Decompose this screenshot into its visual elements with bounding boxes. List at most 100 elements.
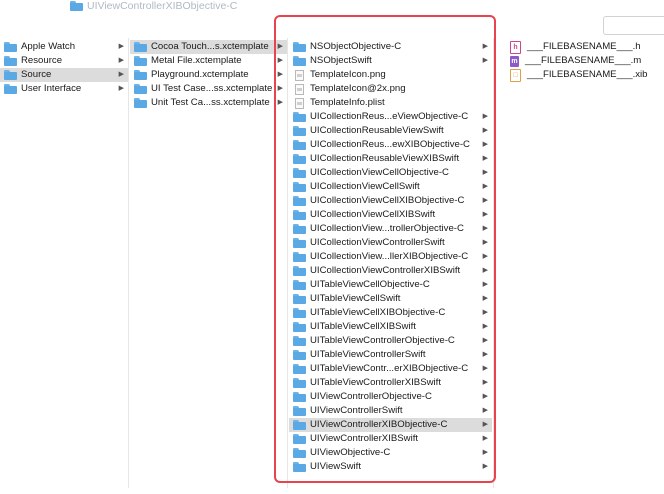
folder-icon <box>293 308 306 318</box>
folder-icon <box>134 56 147 66</box>
browser-row[interactable]: UIViewObjective-C ▶ <box>289 446 492 460</box>
browser-row[interactable]: UITableViewControllerXIBSwift ▶ <box>289 376 492 390</box>
browser-row-label: UITableViewCellObjective-C <box>310 279 430 290</box>
browser-row[interactable]: Metal File.xctemplate ▶ <box>130 54 287 68</box>
column-divider[interactable] <box>493 38 494 488</box>
search-field[interactable] <box>603 16 664 35</box>
browser-row[interactable]: UICollectionViewCellObjective-C ▶ <box>289 166 492 180</box>
folder-icon <box>293 126 306 136</box>
browser-row[interactable]: TemplateInfo.plist <box>289 96 492 110</box>
disclosure-arrow-icon: ▶ <box>482 449 488 456</box>
folder-icon <box>293 392 306 402</box>
browser-row-label: ___FILEBASENAME___.h <box>527 41 641 52</box>
browser-row[interactable]: UITableViewCellSwift ▶ <box>289 292 492 306</box>
disclosure-arrow-icon: ▶ <box>482 211 488 218</box>
browser-row[interactable]: □ ___FILEBASENAME___.xib <box>494 68 664 82</box>
folder-icon <box>293 280 306 290</box>
folder-icon <box>4 42 17 52</box>
folder-icon <box>134 98 147 108</box>
browser-row[interactable]: UICollectionReus...ewXIBObjective-C ▶ <box>289 138 492 152</box>
browser-row[interactable]: User Interface ▶ <box>0 82 128 96</box>
browser-row-label: UICollectionViewControllerSwift <box>310 237 445 248</box>
disclosure-arrow-icon: ▶ <box>482 253 488 260</box>
browser-row[interactable]: UICollectionViewControllerXIBSwift ▶ <box>289 264 492 278</box>
browser-row-label: TemplateIcon@2x.png <box>310 83 406 94</box>
browser-row[interactable]: UITableViewContr...erXIBObjective-C ▶ <box>289 362 492 376</box>
browser-row[interactable]: Source ▶ <box>0 68 128 82</box>
folder-icon <box>293 406 306 416</box>
browser-row[interactable]: UI Test Case...ss.xctemplate ▶ <box>130 82 287 96</box>
browser-row[interactable]: NSObjectSwift ▶ <box>289 54 492 68</box>
browser-row[interactable]: Apple Watch ▶ <box>0 40 128 54</box>
browser-row[interactable]: UITableViewControllerObjective-C ▶ <box>289 334 492 348</box>
browser-row-label: UIViewControllerObjective-C <box>310 391 432 402</box>
browser-row-label: UITableViewContr...erXIBObjective-C <box>310 363 469 374</box>
window-titlebar: UIViewControllerXIBObjective-C <box>0 0 664 36</box>
browser-row[interactable]: UITableViewCellXIBObjective-C ▶ <box>289 306 492 320</box>
browser-row-label: NSObjectSwift <box>310 55 372 66</box>
folder-icon <box>4 70 17 80</box>
browser-row[interactable]: UICollectionViewCellSwift ▶ <box>289 180 492 194</box>
browser-row[interactable]: Unit Test Ca...ss.xctemplate ▶ <box>130 96 287 110</box>
browser-row[interactable]: UICollectionViewCellXIBSwift ▶ <box>289 208 492 222</box>
folder-icon <box>293 462 306 472</box>
disclosure-arrow-icon: ▶ <box>482 295 488 302</box>
xib-file-icon: □ <box>510 68 521 82</box>
browser-row[interactable]: UICollectionReusableViewSwift ▶ <box>289 124 492 138</box>
browser-row[interactable]: UICollectionView...trollerObjective-C ▶ <box>289 222 492 236</box>
browser-row[interactable]: UICollectionViewControllerSwift ▶ <box>289 236 492 250</box>
browser-row[interactable]: UIViewControllerXIBSwift ▶ <box>289 432 492 446</box>
folder-icon <box>293 322 306 332</box>
browser-row[interactable]: NSObjectObjective-C ▶ <box>289 40 492 54</box>
browser-row[interactable]: UICollectionReus...eViewObjective-C ▶ <box>289 110 492 124</box>
disclosure-arrow-icon: ▶ <box>482 379 488 386</box>
folder-icon <box>293 168 306 178</box>
window-title-text: UIViewControllerXIBObjective-C <box>87 0 238 12</box>
disclosure-arrow-icon: ▶ <box>482 225 488 232</box>
browser-row-label: UICollectionReusableViewSwift <box>310 125 444 136</box>
folder-icon <box>4 56 17 66</box>
disclosure-arrow-icon: ▶ <box>482 169 488 176</box>
browser-row[interactable]: UITableViewCellObjective-C ▶ <box>289 278 492 292</box>
browser-row[interactable]: m ___FILEBASENAME___.m <box>494 54 664 68</box>
browser-row[interactable]: Playground.xctemplate ▶ <box>130 68 287 82</box>
browser-row-label: UICollectionViewCellObjective-C <box>310 167 449 178</box>
browser-row-label: Unit Test Ca...ss.xctemplate <box>151 97 270 108</box>
browser-row[interactable]: UICollectionViewCellXIBObjective-C ▶ <box>289 194 492 208</box>
disclosure-arrow-icon: ▶ <box>277 99 283 106</box>
browser-row-label: Metal File.xctemplate <box>151 55 242 66</box>
folder-icon <box>293 182 306 192</box>
browser-row[interactable]: UITableViewCellXIBSwift ▶ <box>289 320 492 334</box>
browser-row-label: UITableViewCellXIBSwift <box>310 321 416 332</box>
browser-row-label: UITableViewControllerXIBSwift <box>310 377 441 388</box>
browser-row[interactable]: UIViewSwift ▶ <box>289 460 492 474</box>
browser-row[interactable]: UITableViewControllerSwift ▶ <box>289 348 492 362</box>
folder-icon <box>293 294 306 304</box>
folder-icon <box>293 266 306 276</box>
browser-row-label: Playground.xctemplate <box>151 69 249 80</box>
browser-row-label: ___FILEBASENAME___.m <box>525 55 642 66</box>
browser-row[interactable]: UIViewControllerXIBObjective-C ▶ <box>289 418 492 432</box>
folder-icon <box>293 336 306 346</box>
browser-row[interactable]: TemplateIcon.png <box>289 68 492 82</box>
browser-row[interactable]: TemplateIcon@2x.png <box>289 82 492 96</box>
disclosure-arrow-icon: ▶ <box>482 141 488 148</box>
column-divider[interactable] <box>287 38 288 488</box>
browser-row[interactable]: UIViewControllerSwift ▶ <box>289 404 492 418</box>
browser-row-label: UIViewSwift <box>310 461 362 472</box>
browser-row-label: ___FILEBASENAME___.xib <box>527 69 648 80</box>
folder-icon <box>293 42 306 52</box>
column-divider[interactable] <box>128 38 129 488</box>
browser-row[interactable]: Resource ▶ <box>0 54 128 68</box>
browser-row[interactable]: UICollectionView...llerXIBObjective-C ▶ <box>289 250 492 264</box>
browser-row-label: UICollectionViewCellXIBObjective-C <box>310 195 465 206</box>
disclosure-arrow-icon: ▶ <box>118 57 124 64</box>
browser-row[interactable]: h ___FILEBASENAME___.h <box>494 40 664 54</box>
browser-row[interactable]: UICollectionReusableViewXIBSwift ▶ <box>289 152 492 166</box>
folder-icon <box>4 84 17 94</box>
browser-row-label: Source <box>21 69 52 80</box>
browser-row[interactable]: Cocoa Touch...s.xctemplate ▶ <box>130 40 287 54</box>
browser-row[interactable]: UIViewControllerObjective-C ▶ <box>289 390 492 404</box>
disclosure-arrow-icon: ▶ <box>482 183 488 190</box>
disclosure-arrow-icon: ▶ <box>482 337 488 344</box>
